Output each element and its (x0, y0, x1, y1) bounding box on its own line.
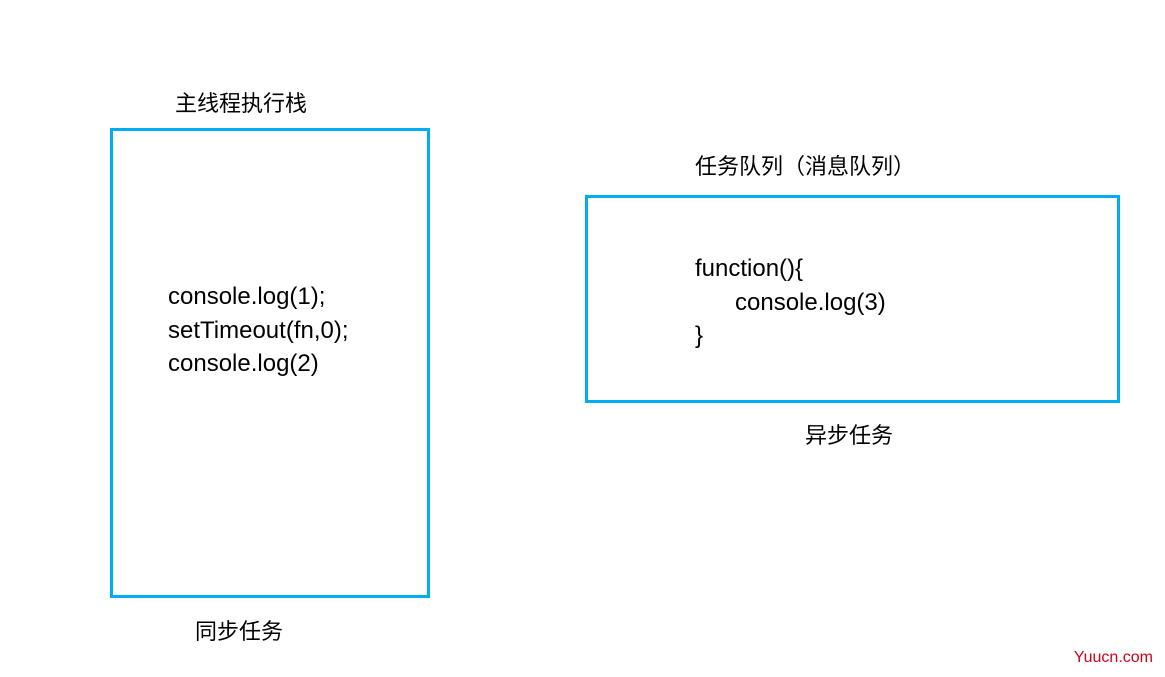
main-stack-title: 主线程执行栈 (175, 86, 307, 118)
task-queue-code: function(){ console.log(3) } (695, 252, 886, 353)
async-task-caption: 异步任务 (805, 418, 893, 450)
task-queue-title: 任务队列（消息队列） (695, 149, 915, 181)
sync-task-caption: 同步任务 (195, 614, 283, 646)
main-stack-code: console.log(1); setTimeout(fn,0); consol… (168, 280, 349, 381)
watermark: Yuucn.com (1074, 649, 1153, 667)
